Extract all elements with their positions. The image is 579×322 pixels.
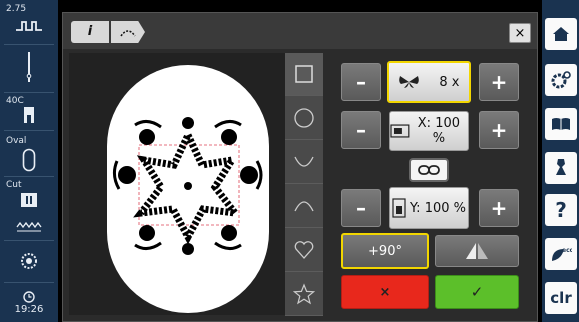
kaleidoscope-dialog: i × – 8 x + – X: 100 % + – Y: 100 % + +9… <box>62 12 538 322</box>
kaleidoscope-design-image[interactable] <box>107 65 269 313</box>
eco-label: eco <box>562 247 572 254</box>
clock-time: 19:26 <box>14 304 44 315</box>
eco-button[interactable]: eco <box>545 238 577 270</box>
embroidery-preview <box>69 53 299 315</box>
x-scale-increase-button[interactable]: + <box>479 111 519 149</box>
circle-shape-button[interactable] <box>285 97 323 140</box>
tutorial-button[interactable] <box>545 108 577 140</box>
square-icon <box>295 65 313 83</box>
stitch-type-icon[interactable] <box>0 218 58 237</box>
arc-down-shape-button[interactable] <box>285 141 323 184</box>
horizontal-scale-icon <box>390 124 410 138</box>
y-scale-decrease-button[interactable]: – <box>341 189 381 227</box>
arc-up-icon <box>294 201 314 212</box>
star-shape-button[interactable] <box>285 273 323 316</box>
separator <box>4 240 54 241</box>
x-scale-decrease-button[interactable]: – <box>341 111 381 149</box>
home-icon <box>553 27 569 41</box>
vertical-scale-icon <box>392 198 406 218</box>
cutter-icon[interactable] <box>0 192 58 212</box>
bobbin-icon[interactable] <box>0 252 58 274</box>
repeat-increase-button[interactable]: + <box>479 63 519 101</box>
hoop-label: Oval <box>6 136 27 146</box>
right-sidebar: ? eco clr <box>542 0 579 322</box>
repeat-count-value: 8 x <box>439 74 460 90</box>
cut-label: Cut <box>6 180 22 190</box>
separator <box>4 92 54 93</box>
gear-icon <box>551 71 571 89</box>
chain-link-icon <box>418 165 440 175</box>
square-shape-button[interactable] <box>285 53 323 96</box>
edit-tab[interactable] <box>111 21 145 43</box>
presser-foot-icon[interactable] <box>0 106 58 128</box>
help-button[interactable]: ? <box>545 194 577 226</box>
separator <box>4 176 54 177</box>
needle-icon[interactable] <box>0 50 58 90</box>
arc-up-shape-button[interactable] <box>285 185 323 228</box>
heart-icon <box>294 241 314 259</box>
circle-icon <box>294 108 314 128</box>
hoop-area <box>107 65 269 313</box>
left-status-bar: 2.75 40C Oval Cut 19:26 <box>0 0 58 322</box>
shape-selector <box>285 53 323 316</box>
info-tab[interactable]: i <box>71 21 109 43</box>
separator <box>4 282 54 283</box>
separator <box>4 44 54 45</box>
star-icon <box>293 283 315 305</box>
repeat-count-display[interactable]: 8 x <box>387 61 471 103</box>
dress-form-icon <box>556 159 566 175</box>
curve-arrow-icon <box>120 30 136 37</box>
needle-value: 2.75 <box>6 4 27 14</box>
presser-foot-label: 40C <box>6 96 24 106</box>
book-icon <box>552 118 570 130</box>
x-scale-display[interactable]: X: 100 % <box>389 111 469 151</box>
arc-down-icon <box>294 156 314 167</box>
x-scale-value: X: 100 % <box>417 116 461 146</box>
y-scale-value: Y: 100 % <box>409 200 466 216</box>
butterfly-icon <box>399 76 420 88</box>
consultant-button[interactable] <box>545 152 577 184</box>
confirm-button[interactable]: ✓ <box>435 275 519 309</box>
proportional-link-button[interactable] <box>409 158 449 182</box>
separator <box>4 130 54 131</box>
settings-button[interactable] <box>545 64 577 96</box>
eco-leaf-icon: eco <box>552 247 572 261</box>
y-scale-display[interactable]: Y: 100 % <box>389 187 469 229</box>
mirror-icon <box>466 243 488 259</box>
clear-button[interactable]: clr <box>545 282 577 314</box>
close-button[interactable]: × <box>509 23 531 43</box>
oval-hoop-icon[interactable] <box>0 148 58 176</box>
dialog-titlebar: i × <box>63 13 537 49</box>
y-scale-increase-button[interactable]: + <box>479 189 519 227</box>
mirror-button[interactable] <box>435 235 519 267</box>
heart-shape-button[interactable] <box>285 229 323 272</box>
stitch-pattern-icon[interactable] <box>0 18 58 40</box>
repeat-decrease-button[interactable]: – <box>341 63 381 101</box>
cancel-button[interactable]: × <box>341 275 429 309</box>
rotate-button[interactable]: +90° <box>341 233 429 269</box>
home-button[interactable] <box>545 18 577 50</box>
